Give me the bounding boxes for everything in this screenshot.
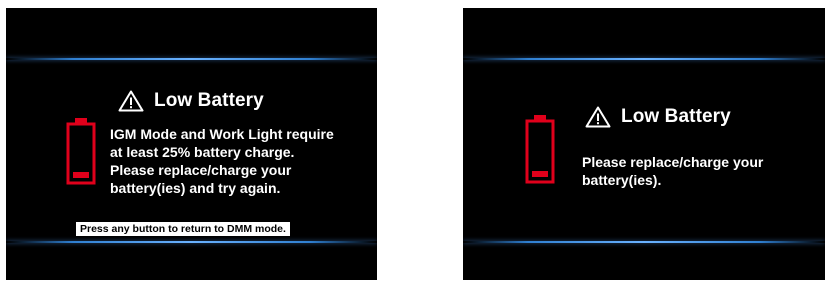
top-divider-line — [463, 58, 825, 60]
bottom-divider-line — [6, 241, 377, 243]
message-line: at least 25% battery charge. — [110, 144, 295, 160]
return-instruction-banner: Press any button to return to DMM mode. — [76, 222, 290, 236]
warning-message: Please replace/charge your battery(ies). — [582, 153, 763, 189]
warning-triangle-icon — [585, 106, 611, 128]
title-row: Low Battery — [585, 106, 731, 128]
battery-low-icon — [66, 118, 96, 185]
page-title: Low Battery — [154, 90, 264, 111]
warning-triangle-icon — [118, 90, 144, 112]
battery-low-icon — [525, 115, 555, 184]
low-battery-screen: Low Battery Please replace/charge your b… — [463, 8, 825, 280]
message-line: battery(ies). — [582, 172, 662, 188]
message-line: battery(ies) and try again. — [110, 180, 281, 196]
message-line: IGM Mode and Work Light require — [110, 126, 334, 142]
page-title: Low Battery — [621, 106, 731, 127]
message-line: Please replace/charge your — [582, 154, 764, 170]
message-line: Please replace/charge your — [110, 162, 292, 178]
warning-message: IGM Mode and Work Light require at least… — [110, 125, 334, 197]
title-row: Low Battery — [118, 90, 264, 112]
top-divider-line — [6, 58, 377, 60]
bottom-divider-line — [463, 241, 825, 243]
low-battery-screen-igm: Low Battery IGM Mode and Work Light requ… — [6, 8, 377, 280]
